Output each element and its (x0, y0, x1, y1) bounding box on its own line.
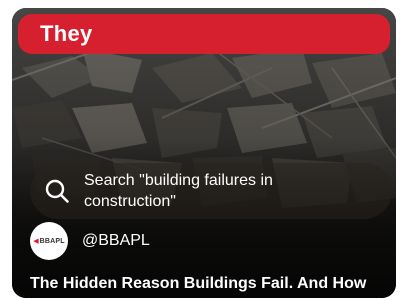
title-banner: They (18, 14, 390, 54)
banner-title: They (40, 21, 93, 46)
avatar-label: BBAPL (39, 237, 65, 245)
logo-mark-icon: ◀ (33, 238, 39, 245)
channel-avatar[interactable]: ◀ BBAPL (30, 222, 68, 260)
video-title[interactable]: The Hidden Reason Buildings Fail. And Ho… (30, 275, 386, 293)
search-icon (40, 174, 74, 208)
channel-handle[interactable]: @BBAPL (82, 232, 150, 250)
channel-info[interactable]: ◀ BBAPL @BBAPL (30, 221, 150, 261)
video-card[interactable]: They Search "building failures in constr… (12, 8, 396, 298)
search-suggestion[interactable]: Search "building failures in constructio… (30, 163, 392, 219)
search-query-text: Search "building failures in constructio… (84, 172, 273, 210)
